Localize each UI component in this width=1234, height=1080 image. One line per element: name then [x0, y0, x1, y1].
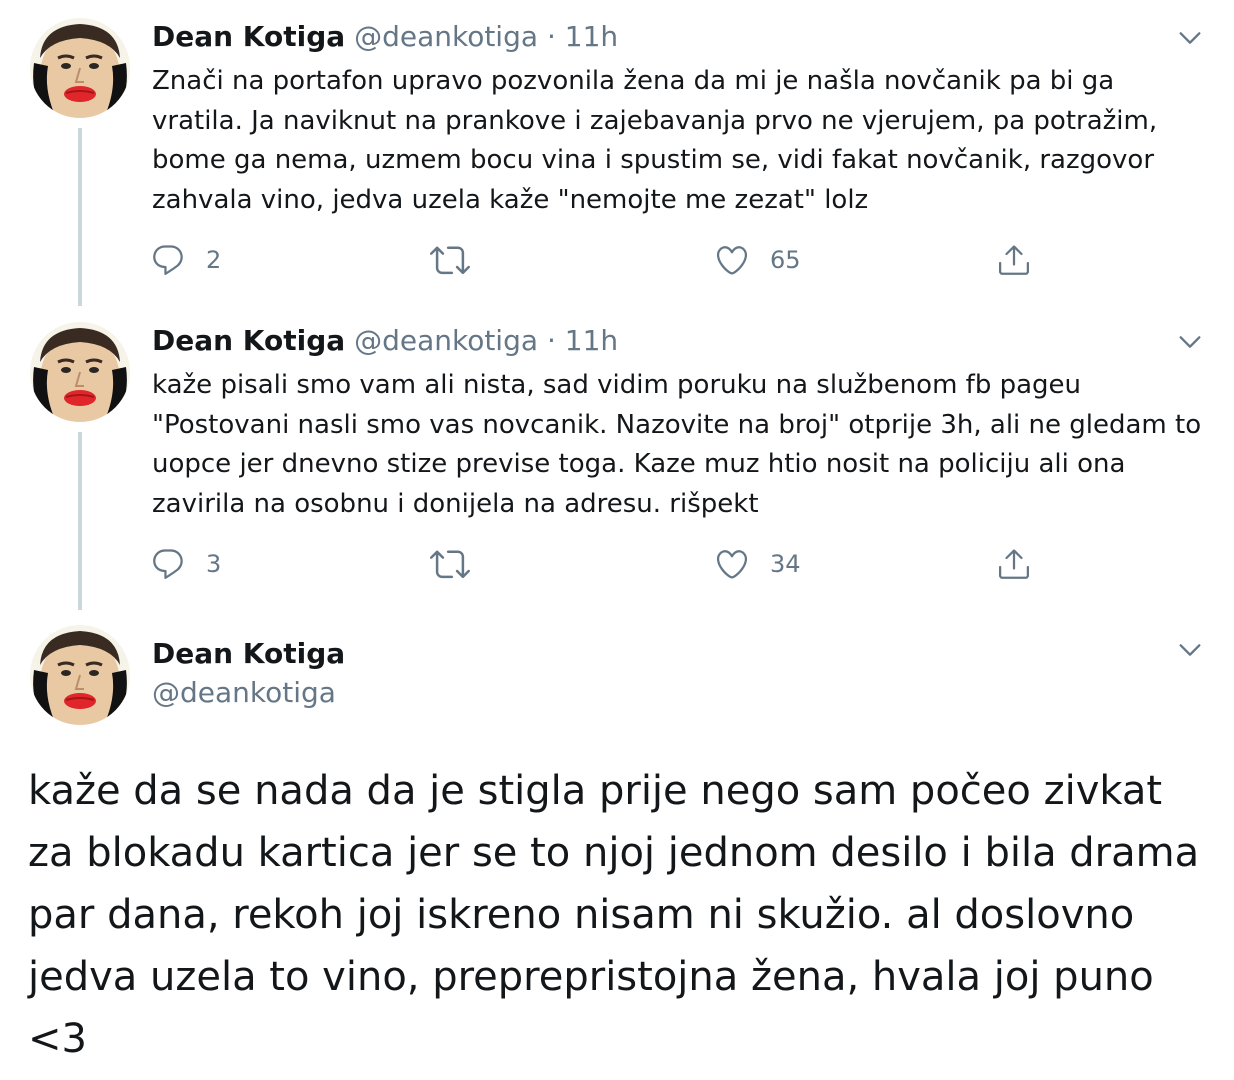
chevron-down-icon[interactable]: [1176, 636, 1204, 664]
like-count: 34: [770, 550, 801, 578]
separator: ·: [546, 20, 556, 53]
author-name[interactable]: Dean Kotiga: [152, 636, 345, 672]
like-count: 65: [770, 246, 801, 274]
reply-count: 2: [206, 246, 222, 274]
retweet-icon: [430, 240, 470, 280]
chevron-down-icon[interactable]: [1176, 328, 1204, 356]
author-handle[interactable]: @deankotiga: [354, 324, 538, 357]
tweet[interactable]: Dean Kotiga @deankotiga · 11h Znači na p…: [0, 0, 1234, 300]
avatar[interactable]: [30, 322, 130, 422]
reply-button[interactable]: 3: [150, 544, 221, 584]
chevron-down-icon[interactable]: [1176, 24, 1204, 52]
share-button[interactable]: [996, 544, 1032, 584]
author-handle[interactable]: @deankotiga: [152, 675, 336, 711]
retweet-button[interactable]: [430, 544, 470, 584]
like-button[interactable]: 34: [714, 544, 801, 584]
share-button[interactable]: [996, 240, 1032, 280]
share-icon: [996, 546, 1032, 582]
tweet-text: kaže da se nada da je stigla prije nego …: [28, 768, 1200, 1062]
like-button[interactable]: 65: [714, 240, 801, 280]
reply-icon: [150, 546, 186, 582]
avatar[interactable]: [30, 625, 130, 725]
tweet[interactable]: Dean Kotiga @deankotiga · 11h kaže pisal…: [0, 304, 1234, 604]
author-handle[interactable]: @deankotiga: [354, 20, 538, 53]
separator: ·: [546, 324, 556, 357]
reply-icon: [150, 242, 186, 278]
reply-count: 3: [206, 550, 222, 578]
retweet-button[interactable]: [430, 240, 470, 280]
heart-icon: [714, 242, 750, 278]
tweet-text: kaže pisali smo vam ali nista, sad vidim…: [152, 370, 1202, 519]
reply-button[interactable]: 2: [150, 240, 221, 280]
tweet-actions: 3 34: [150, 544, 1050, 584]
timestamp[interactable]: 11h: [565, 324, 618, 357]
tweet-header: Dean Kotiga @deankotiga · 11h: [152, 19, 618, 55]
timestamp[interactable]: 11h: [565, 20, 618, 53]
avatar[interactable]: [30, 18, 130, 118]
retweet-icon: [430, 544, 470, 584]
author-name[interactable]: Dean Kotiga: [152, 324, 345, 357]
share-icon: [996, 242, 1032, 278]
heart-icon: [714, 546, 750, 582]
tweet-header: Dean Kotiga @deankotiga · 11h: [152, 323, 618, 359]
tweet-text: Znači na portafon upravo pozvonila žena …: [152, 66, 1158, 215]
tweet-actions: 2 65: [150, 240, 1050, 280]
author-name[interactable]: Dean Kotiga: [152, 20, 345, 53]
main-tweet[interactable]: Dean Kotiga @deankotiga kaže da se nada …: [0, 610, 1234, 1080]
